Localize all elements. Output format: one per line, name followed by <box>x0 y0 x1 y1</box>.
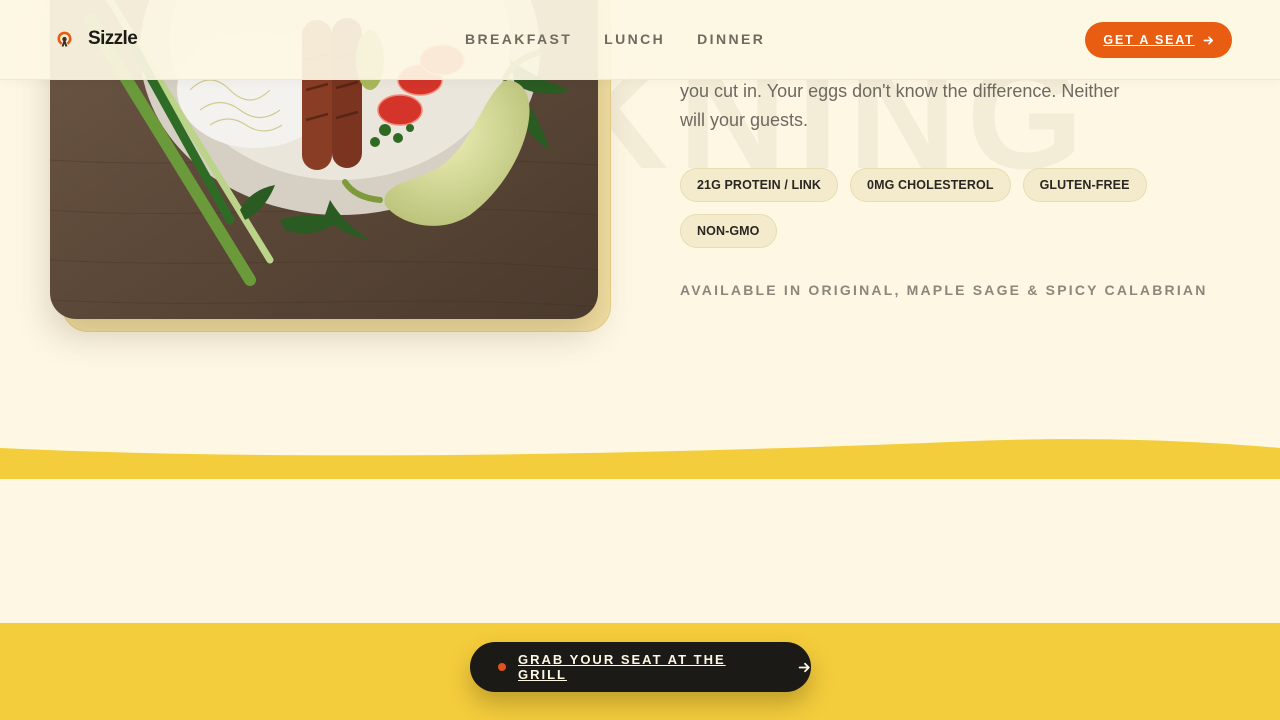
nav-item-lunch[interactable]: LUNCH <box>604 31 665 47</box>
site-header: Sizzle BREAKFAST LUNCH DINNER GET A SEAT <box>0 0 1280 80</box>
status-dot-icon <box>498 663 506 671</box>
grab-seat-button[interactable]: GRAB YOUR SEAT AT THE GRILL <box>470 642 811 692</box>
hero-description-line-2: will your guests. <box>680 110 809 130</box>
nav-item-dinner[interactable]: DINNER <box>697 31 765 47</box>
feature-chips: 21G PROTEIN / LINK 0MG CHOLESTEROL GLUTE… <box>680 168 1170 248</box>
chip-non-gmo: NON-GMO <box>680 214 777 248</box>
arrow-right-icon <box>798 662 810 672</box>
flame-logo-icon <box>57 31 72 46</box>
get-a-seat-button[interactable]: GET A SEAT <box>1085 22 1232 58</box>
chip-cholesterol: 0MG CHOLESTEROL <box>850 168 1011 202</box>
brand-name: Sizzle <box>88 28 138 49</box>
chip-protein: 21G PROTEIN / LINK <box>680 168 839 202</box>
grab-seat-label: GRAB YOUR SEAT AT THE GRILL <box>518 652 726 682</box>
hero-description: you cut in. Your eggs don't know the dif… <box>680 77 1150 135</box>
yellow-wave-divider <box>0 436 1280 480</box>
hero-description-line-1: you cut in. Your eggs don't know the dif… <box>680 81 1120 101</box>
chip-gluten-free: GLUTEN-FREE <box>1022 168 1147 202</box>
get-a-seat-label: GET A SEAT <box>1103 33 1195 47</box>
nav-item-breakfast[interactable]: BREAKFAST <box>465 31 572 47</box>
flavor-variants-text: AVAILABLE IN ORIGINAL, MAPLE SAGE & SPIC… <box>680 282 1208 298</box>
arrow-right-icon <box>1203 35 1213 45</box>
main-nav: BREAKFAST LUNCH DINNER <box>465 31 765 47</box>
brand-logo[interactable]: Sizzle <box>54 28 138 50</box>
